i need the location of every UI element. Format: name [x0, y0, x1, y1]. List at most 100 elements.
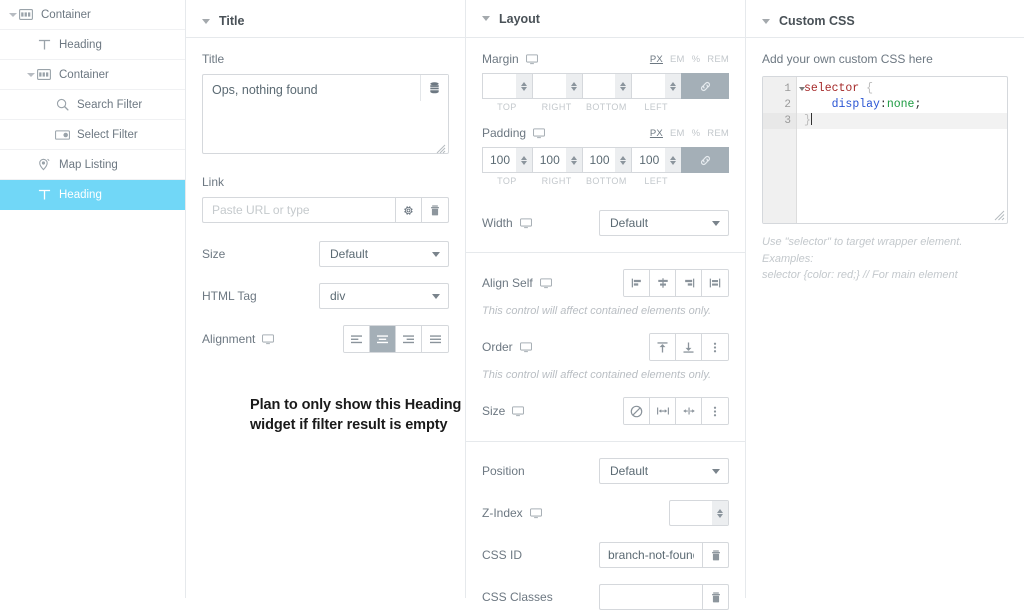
flex-size-custom-button[interactable]	[702, 398, 728, 424]
flex-size-grow-button[interactable]	[650, 398, 676, 424]
navigator-item-select-filter-4[interactable]: Select Filter	[0, 120, 185, 150]
width-select[interactable]: Default	[599, 210, 729, 236]
link-clear-button[interactable]	[422, 197, 449, 223]
padding-bottom-input[interactable]	[582, 148, 616, 172]
navigator-item-heading-6[interactable]: Heading	[0, 180, 185, 210]
css-id-clear-button[interactable]	[702, 542, 729, 568]
padding-link-values-button[interactable]	[681, 147, 729, 173]
navigator-item-container-2[interactable]: Container	[0, 60, 185, 90]
desktop-icon[interactable]	[519, 217, 532, 229]
margin-bottom-input[interactable]	[582, 74, 616, 98]
map-pin-icon	[36, 157, 52, 173]
margin-left-stepper[interactable]	[665, 74, 681, 98]
code-line-1: selector {	[797, 81, 1007, 97]
margin-unit-em[interactable]: EM	[670, 54, 685, 65]
align-center-button[interactable]	[370, 326, 396, 352]
align-self-label: Align Self	[482, 276, 533, 290]
title-section-header[interactable]: Title	[186, 0, 465, 38]
html-tag-label: HTML Tag	[202, 289, 257, 303]
position-select[interactable]: Default	[599, 458, 729, 484]
navigator-item-container-0[interactable]: Container	[0, 0, 185, 30]
padding-top-input[interactable]	[483, 148, 516, 172]
padding-bottom-stepper[interactable]	[615, 148, 632, 172]
custom-css-section-header[interactable]: Custom CSS	[746, 0, 1024, 38]
order-custom-button[interactable]	[702, 334, 728, 360]
title-field-label: Title	[202, 52, 225, 66]
margin-unit-px[interactable]: PX	[650, 54, 663, 65]
padding-top-stepper[interactable]	[515, 148, 532, 172]
link-chain-icon	[700, 155, 710, 165]
padding-left-stepper[interactable]	[665, 148, 681, 172]
link-control-row	[202, 197, 449, 223]
padding-right-input[interactable]	[532, 148, 566, 172]
navigator-item-heading-1[interactable]: Heading	[0, 30, 185, 60]
margin-label: Margin	[482, 52, 519, 66]
align-justify-button[interactable]	[422, 326, 448, 352]
align-left-button[interactable]	[344, 326, 370, 352]
chevron-down-icon[interactable]	[26, 70, 36, 80]
align-right-button[interactable]	[396, 326, 422, 352]
margin-unit-rem[interactable]: REM	[707, 54, 729, 65]
align-self-end-button[interactable]	[676, 270, 702, 296]
desktop-icon[interactable]	[519, 341, 532, 353]
align-self-stretch-button[interactable]	[702, 270, 728, 296]
editor-code-area[interactable]: selector { display:none; }	[797, 77, 1007, 223]
align-self-center-button[interactable]	[650, 270, 676, 296]
margin-bottom-stepper[interactable]	[615, 74, 632, 98]
layout-section-header[interactable]: Layout	[466, 0, 745, 38]
navigator-item-label: Heading	[59, 188, 102, 201]
padding-unit-pct[interactable]: %	[692, 128, 701, 139]
padding-left-cell	[631, 147, 681, 173]
padding-unit-px[interactable]: PX	[650, 128, 663, 139]
css-id-input[interactable]	[599, 542, 702, 568]
desktop-icon[interactable]	[525, 53, 538, 65]
margin-right-input[interactable]	[532, 74, 566, 98]
padding-unit-em[interactable]: EM	[670, 128, 685, 139]
link-url-input[interactable]	[202, 197, 395, 223]
flex-size-none-button[interactable]	[624, 398, 650, 424]
html-tag-select[interactable]: div	[319, 283, 449, 309]
title-textarea[interactable]	[202, 74, 449, 154]
gear-icon	[404, 205, 413, 215]
code-line-3: }	[797, 113, 1007, 129]
padding-unit-rem[interactable]: REM	[707, 128, 729, 139]
order-first-button[interactable]	[650, 334, 676, 360]
link-field-label: Link	[202, 175, 225, 189]
link-options-button[interactable]	[395, 197, 422, 223]
gutter-line-2: 2	[784, 99, 791, 111]
css-classes-clear-button[interactable]	[702, 584, 729, 610]
padding-right-stepper[interactable]	[565, 148, 582, 172]
flex-size-shrink-button[interactable]	[676, 398, 702, 424]
title-textarea-wrap	[202, 74, 449, 157]
margin-right-stepper[interactable]	[565, 74, 582, 98]
margin-link-values-button[interactable]	[681, 73, 729, 99]
size-select[interactable]: Default	[319, 241, 449, 267]
resize-grip-icon[interactable]	[994, 210, 1005, 221]
width-label-wrap: Width	[482, 216, 532, 230]
container-icon	[18, 7, 34, 23]
layout-divider-1	[466, 252, 745, 253]
align-self-start-button[interactable]	[624, 270, 650, 296]
margin-left-input[interactable]	[632, 74, 665, 98]
desktop-icon[interactable]	[539, 277, 552, 289]
padding-left-input[interactable]	[632, 148, 665, 172]
margin-top-input[interactable]	[483, 74, 516, 98]
navigator-item-search-filter-3[interactable]: Search Filter	[0, 90, 185, 120]
desktop-icon[interactable]	[533, 127, 546, 139]
z-index-input[interactable]	[670, 501, 712, 525]
chevron-down-icon[interactable]	[8, 10, 18, 20]
css-classes-input[interactable]	[599, 584, 702, 610]
margin-top-stepper[interactable]	[515, 74, 532, 98]
z-index-stepper[interactable]	[712, 501, 728, 525]
dynamic-tags-button[interactable]	[420, 75, 448, 101]
order-last-button[interactable]	[676, 334, 702, 360]
css-close-brace-token: }	[804, 114, 811, 127]
css-code-editor[interactable]: 1 2 3 selector { display:none; }	[762, 76, 1008, 224]
navigator-item-map-listing-5[interactable]: Map Listing	[0, 150, 185, 180]
desktop-icon[interactable]	[262, 333, 275, 345]
editor-gutter: 1 2 3	[763, 77, 805, 223]
navigator-list: Container Heading Container Search Filter Se…	[0, 0, 185, 210]
desktop-icon[interactable]	[529, 507, 542, 519]
desktop-icon[interactable]	[512, 405, 525, 417]
margin-unit-pct[interactable]: %	[692, 54, 701, 65]
